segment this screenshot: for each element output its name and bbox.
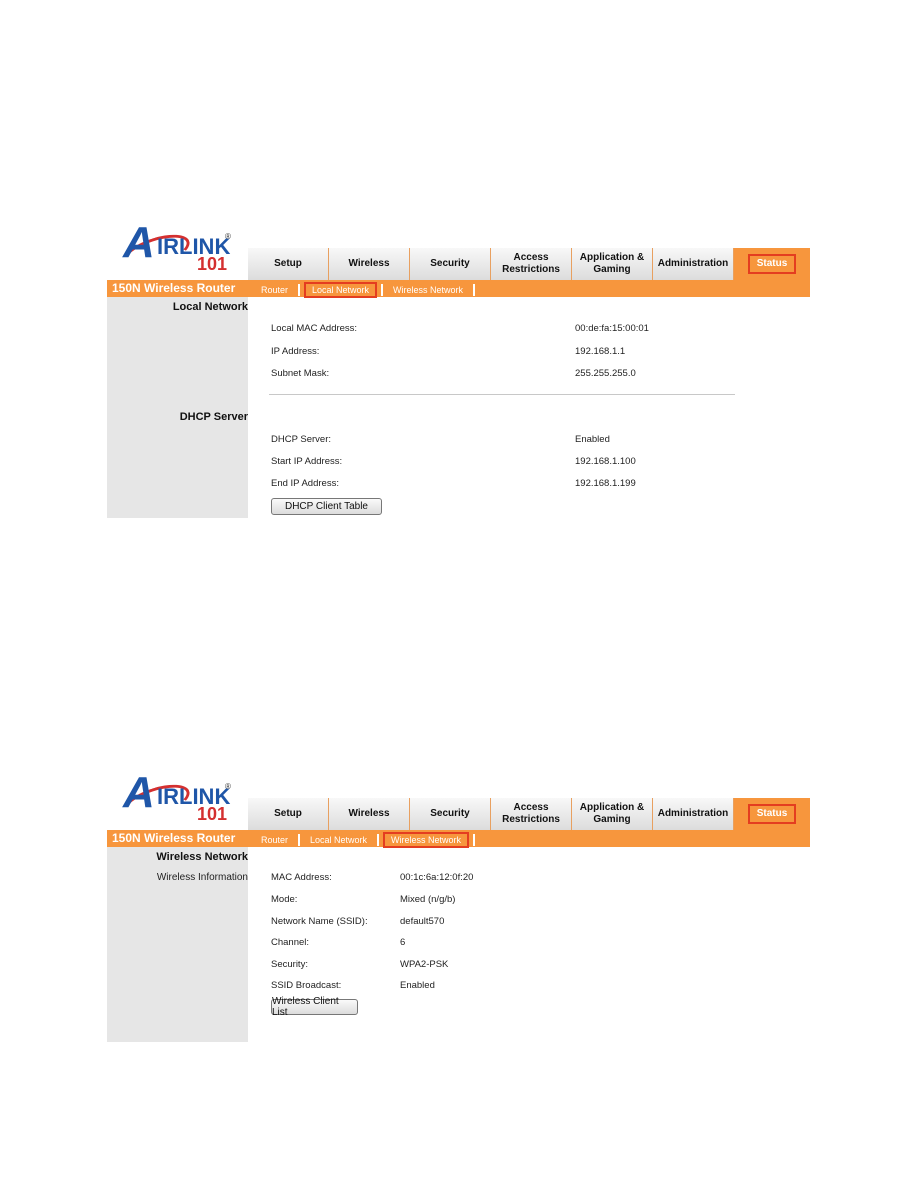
sub-nav-bar: 150N Wireless Router Router Local Networ… (107, 280, 810, 298)
row-value: 6 (400, 937, 406, 948)
row-label: MAC Address: (271, 872, 332, 883)
separator (473, 284, 476, 296)
sidebar: Wireless Network Wireless Information (107, 847, 248, 1042)
main-nav: Setup Wireless Security Access Restricti… (248, 248, 810, 280)
section-subheading-wireless-information: Wireless Information (156, 872, 248, 883)
row-value: Enabled (400, 980, 435, 991)
row-value: default570 (400, 916, 445, 927)
subtab-wireless-network[interactable]: Wireless Network (387, 284, 469, 296)
tab-status-label: Status (747, 254, 797, 274)
tab-administration[interactable]: Administration (653, 798, 734, 830)
tab-wireless[interactable]: Wireless (329, 798, 410, 830)
row-label: Mode: (271, 894, 298, 905)
airlink-logo: A IRLINK ® 101 (118, 216, 233, 277)
tab-security[interactable]: Security (410, 798, 491, 830)
dhcp-client-table-button[interactable]: DHCP Client Table (271, 498, 382, 515)
row-label: End IP Address: (271, 478, 339, 489)
row-label: Network Name (SSID): (271, 916, 368, 927)
row-value: 255.255.255.0 (575, 368, 636, 379)
section-heading-dhcp-server: DHCP Server (179, 411, 248, 423)
row-label: Local MAC Address: (271, 323, 358, 334)
tab-wireless[interactable]: Wireless (329, 248, 410, 280)
tab-application-gaming[interactable]: Application & Gaming (572, 248, 653, 280)
row-value: 192.168.1.199 (575, 478, 636, 489)
tab-access-restrictions[interactable]: Access Restrictions (491, 248, 572, 280)
logo-number: 101 (197, 804, 228, 824)
row-value: 00:1c:6a:12:0f:20 (400, 872, 474, 883)
tab-administration[interactable]: Administration (653, 248, 734, 280)
row-label: Channel: (271, 937, 310, 948)
row-value: 192.168.1.100 (575, 456, 636, 467)
separator (298, 834, 301, 846)
separator (473, 834, 476, 846)
sub-tabs: Router Local Network Wireless Network (255, 282, 479, 298)
logo-registered: ® (225, 232, 231, 241)
wireless-network-status-screenshot: A IRLINK ® 101 Setup Wireless Security A… (107, 766, 810, 1042)
logo-initial: A (123, 218, 155, 267)
row-label: DHCP Server: (271, 434, 332, 445)
row-value: Enabled (575, 434, 610, 445)
tab-security[interactable]: Security (410, 248, 491, 280)
local-network-status-screenshot: A IRLINK ® 101 Setup Wireless Security A… (107, 216, 810, 518)
tab-setup[interactable]: Setup (248, 248, 329, 280)
product-name: 150N Wireless Router (112, 831, 236, 845)
subtab-wireless-network[interactable]: Wireless Network (383, 832, 470, 848)
product-name: 150N Wireless Router (112, 281, 236, 295)
row-label: IP Address: (271, 346, 320, 357)
separator (298, 284, 301, 296)
row-label: Start IP Address: (271, 456, 343, 467)
logo-initial: A (123, 768, 155, 817)
logo-number: 101 (197, 254, 228, 274)
divider (269, 394, 735, 395)
row-label: Subnet Mask: (271, 368, 330, 379)
row-value: 00:de:fa:15:00:01 (575, 323, 649, 334)
row-value: 192.168.1.1 (575, 346, 626, 357)
sub-tabs: Router Local Network Wireless Network (255, 832, 479, 848)
sub-nav-bar: 150N Wireless Router Router Local Networ… (107, 830, 810, 848)
row-value: Mixed (n/g/b) (400, 894, 456, 905)
tab-status[interactable]: Status (734, 798, 810, 830)
section-heading-local-network: Local Network (172, 301, 248, 313)
tab-setup[interactable]: Setup (248, 798, 329, 830)
separator (381, 284, 384, 296)
separator (377, 834, 380, 846)
tab-status[interactable]: Status (734, 248, 810, 280)
subtab-router[interactable]: Router (255, 284, 294, 296)
tab-application-gaming[interactable]: Application & Gaming (572, 798, 653, 830)
row-label: Security: (271, 959, 308, 970)
row-label: SSID Broadcast: (271, 980, 342, 991)
main-nav: Setup Wireless Security Access Restricti… (248, 798, 810, 830)
subtab-local-network[interactable]: Local Network (304, 282, 378, 298)
subtab-local-network[interactable]: Local Network (304, 834, 373, 846)
tab-access-restrictions[interactable]: Access Restrictions (491, 798, 572, 830)
section-heading-wireless-network: Wireless Network (156, 851, 248, 863)
airlink-logo: A IRLINK ® 101 (118, 766, 233, 827)
sidebar: Local Network DHCP Server (107, 297, 248, 518)
subtab-router[interactable]: Router (255, 834, 294, 846)
row-value: WPA2-PSK (400, 959, 449, 970)
wireless-client-list-button[interactable]: Wireless Client List (271, 996, 358, 1018)
tab-status-label: Status (747, 804, 797, 824)
logo-registered: ® (225, 782, 231, 791)
